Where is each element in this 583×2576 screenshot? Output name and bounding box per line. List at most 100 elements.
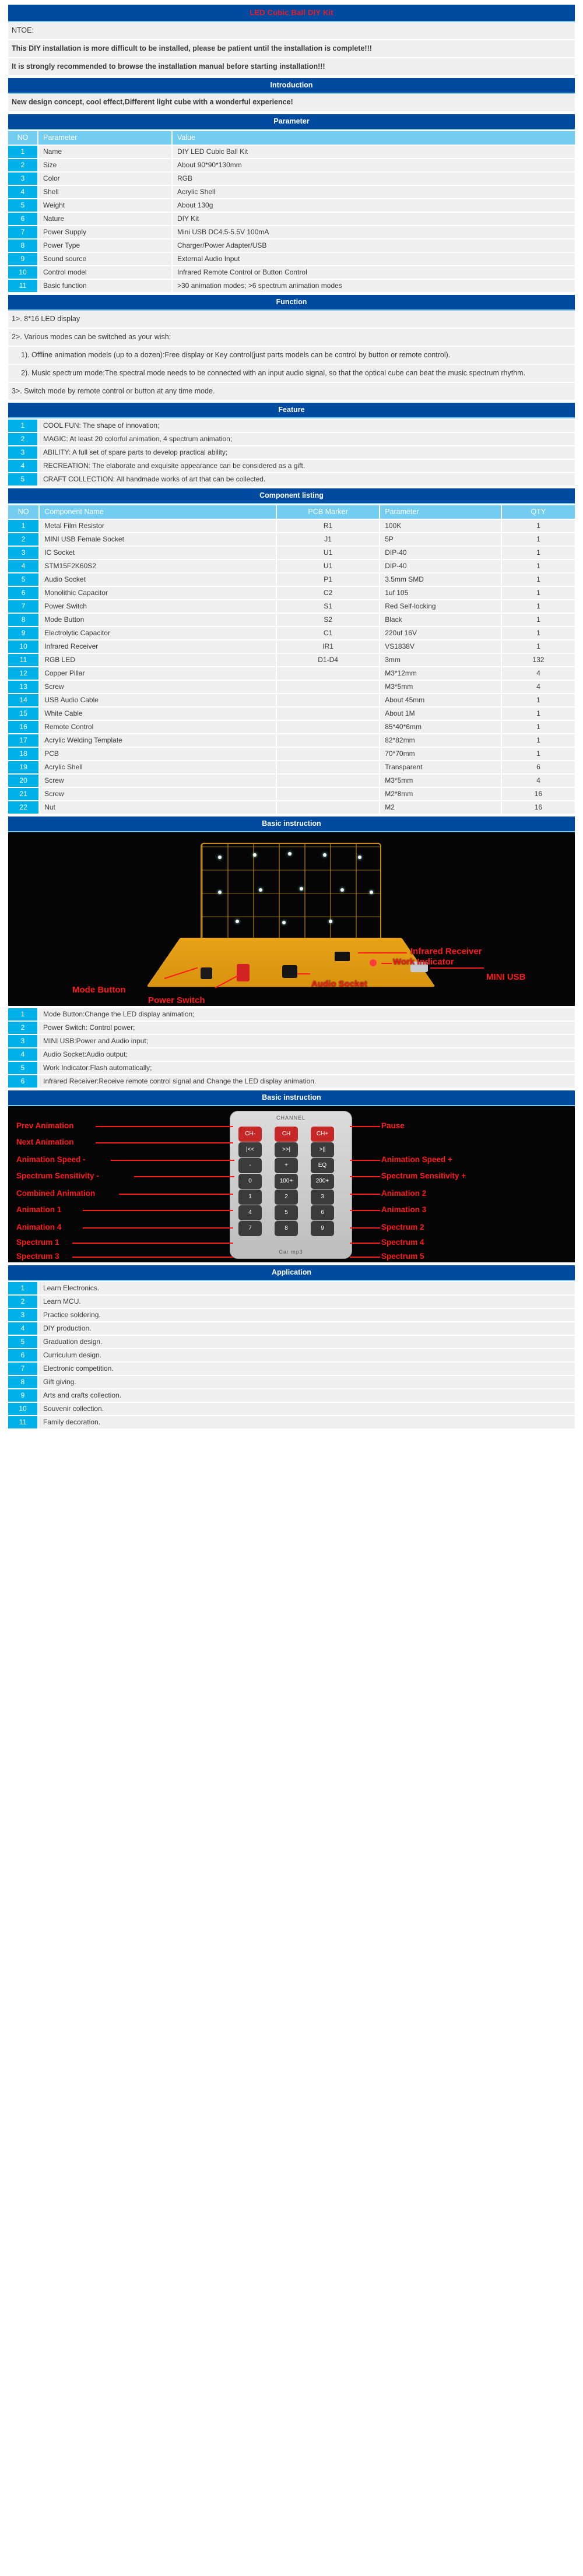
cell-text: Learn MCU. xyxy=(38,1296,575,1308)
section-basic-instruction-1: Basic instruction xyxy=(8,817,575,833)
cell-text: 1 xyxy=(501,734,575,747)
cell-no: 5 xyxy=(8,573,40,586)
cell-no: 7 xyxy=(8,226,38,238)
cell-text: DIY production. xyxy=(38,1322,575,1335)
annotation-next-animation: Next Animation xyxy=(16,1138,74,1147)
cell-parameter: Name xyxy=(38,145,173,158)
cell-no: 20 xyxy=(8,775,40,787)
table-row: 3 Color RGB xyxy=(8,172,575,185)
cell-value: RGB xyxy=(173,172,575,185)
remote-key[interactable]: 5 xyxy=(275,1205,298,1221)
annotation-spectrum-1: Spectrum 1 xyxy=(16,1238,59,1247)
cell-text: Audio Socket xyxy=(40,573,277,586)
pcb-graphic xyxy=(146,937,436,987)
cell-no: 1 xyxy=(8,145,38,158)
cell-text xyxy=(276,721,381,734)
cell-text: 82*82mm xyxy=(380,734,502,747)
cell-text: 1 xyxy=(501,533,575,546)
col-component-name: Component Name xyxy=(40,505,277,519)
remote-key[interactable]: 200+ xyxy=(311,1174,334,1190)
section-function: Function xyxy=(8,294,575,311)
annotation-mode-button: Mode Button xyxy=(72,985,126,995)
remote-key[interactable]: 100+ xyxy=(275,1174,298,1190)
remote-key[interactable]: 3 xyxy=(311,1190,334,1205)
cell-text: Metal Film Resistor xyxy=(40,520,277,533)
remote-key[interactable]: CH xyxy=(275,1127,298,1142)
cell-no: 2 xyxy=(8,1296,38,1308)
cell-text: Nut xyxy=(40,801,277,814)
remote-key[interactable]: 4 xyxy=(238,1205,262,1221)
cell-no: 18 xyxy=(8,748,40,761)
table-row: 2 MINI USB Female Socket J1 5P 1 xyxy=(8,533,575,546)
remote-key[interactable]: 0 xyxy=(238,1174,262,1190)
remote-key[interactable]: CH- xyxy=(238,1127,262,1142)
cell-no: 15 xyxy=(8,708,40,720)
table-row: 8 Power Type Charger/Power Adapter/USB xyxy=(8,239,575,252)
cell-text: Mode Button xyxy=(40,614,277,627)
cell-text: Gift giving. xyxy=(38,1376,575,1389)
remote-key[interactable]: 9 xyxy=(311,1221,334,1237)
cell-no: 6 xyxy=(8,587,40,600)
cell-text: U1 xyxy=(276,560,381,573)
section-introduction: Introduction xyxy=(8,78,575,94)
remote-key[interactable]: 2 xyxy=(275,1190,298,1205)
list-item: 4 RECREATION: The elaborate and exquisite… xyxy=(8,460,575,473)
remote-key[interactable]: - xyxy=(238,1158,262,1174)
list-item: 4 Audio Socket:Audio output; xyxy=(8,1048,575,1061)
cell-text: 1 xyxy=(501,587,575,600)
cell-text: Souvenir collection. xyxy=(38,1403,575,1416)
cell-text: 85*40*6mm xyxy=(380,721,502,734)
annotation-prev-animation: Prev Animation xyxy=(16,1121,74,1131)
remote-key[interactable]: 6 xyxy=(311,1205,334,1221)
remote-key[interactable]: EQ xyxy=(311,1158,334,1174)
col-no: NO xyxy=(8,131,38,145)
function-line-2: 2>. Various modes can be switched as you… xyxy=(8,328,575,347)
audio-socket-part xyxy=(282,965,297,979)
table-row: 6 Curriculum design. xyxy=(8,1349,575,1362)
list-item: 1 Mode Button:Change the LED display anim… xyxy=(8,1008,575,1021)
cell-text: IC Socket xyxy=(40,547,277,559)
cell-text: Audio Socket:Audio output; xyxy=(38,1048,575,1061)
cell-no: 11 xyxy=(8,654,40,667)
cell-no: 1 xyxy=(8,1008,38,1021)
cell-text: RGB LED xyxy=(40,654,277,667)
remote-key[interactable]: 1 xyxy=(238,1190,262,1205)
remote-key[interactable]: 8 xyxy=(275,1221,298,1237)
annotation-spectrum-sensitivity-minus: Spectrum Sensitivity - xyxy=(16,1171,99,1181)
cell-text: ABILITY: A full set of spare parts to de… xyxy=(38,446,575,459)
cell-value: DIY Kit xyxy=(173,212,575,225)
remote-key[interactable]: >>| xyxy=(275,1142,298,1158)
annotation-infrared-receiver: Infrared Receiver xyxy=(410,946,482,957)
cell-text: Practice soldering. xyxy=(38,1309,575,1322)
remote-key[interactable]: 7 xyxy=(238,1221,262,1237)
remote-key[interactable]: CH+ xyxy=(311,1127,334,1142)
cell-parameter: Shell xyxy=(38,185,173,198)
cell-text: 1 xyxy=(501,708,575,720)
cell-text: 16 xyxy=(501,788,575,801)
cell-no: 7 xyxy=(8,600,40,613)
cell-value: Charger/Power Adapter/USB xyxy=(173,239,575,252)
cell-text: Work Indicator:Flash automatically; xyxy=(38,1062,575,1075)
cell-no: 12 xyxy=(8,667,40,680)
remote-key[interactable]: |<< xyxy=(238,1142,262,1158)
annotation-power-switch: Power Switch xyxy=(148,995,205,1006)
cell-no: 2 xyxy=(8,1022,38,1034)
list-item: 3 ABILITY: A full set of spare parts to d… xyxy=(8,446,575,459)
table-row: 22 Nut M2 16 xyxy=(8,801,575,814)
cell-text: 1 xyxy=(501,694,575,707)
annotation-mini-usb: MINI USB xyxy=(486,972,526,983)
cell-text: Acrylic Welding Template xyxy=(40,734,277,747)
remote-key[interactable]: >|| xyxy=(311,1142,334,1158)
remote-key[interactable]: + xyxy=(275,1158,298,1174)
annotation-animation-1: Animation 1 xyxy=(16,1205,62,1215)
cell-text: 1 xyxy=(501,748,575,761)
cell-text: M3*5mm xyxy=(380,775,502,787)
cell-text: Curriculum design. xyxy=(38,1349,575,1362)
cell-text: Electronic competition. xyxy=(38,1363,575,1375)
cell-no: 1 xyxy=(8,420,38,432)
cell-text: RECREATION: The elaborate and exquisite … xyxy=(38,460,575,473)
page-title: LED Cubic Ball DIY Kit xyxy=(8,5,575,22)
list-item: 3 MINI USB:Power and Audio input; xyxy=(8,1035,575,1048)
table-row: 9 Electrolytic Capacitor C1 220uf 16V 1 xyxy=(8,627,575,640)
cell-text: Infrared Receiver xyxy=(40,641,277,653)
